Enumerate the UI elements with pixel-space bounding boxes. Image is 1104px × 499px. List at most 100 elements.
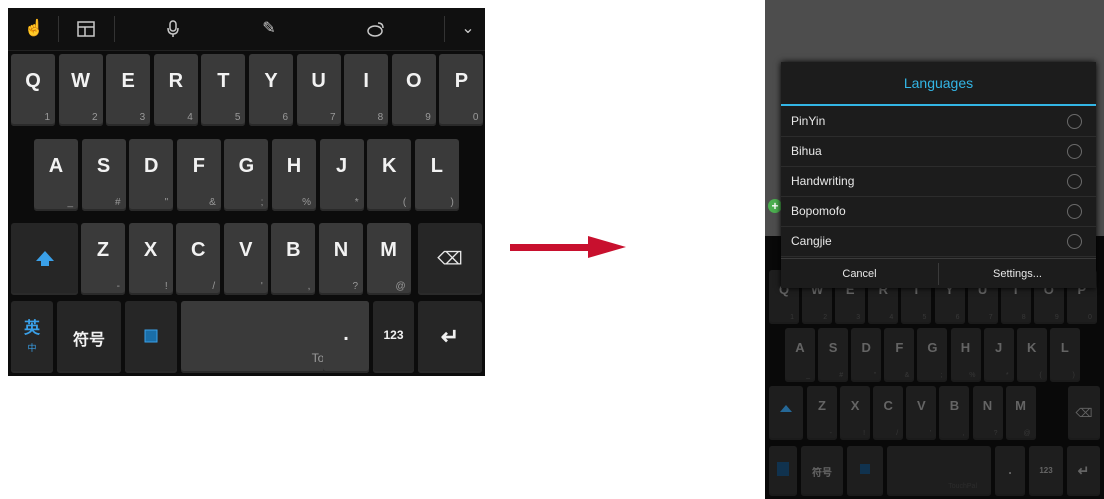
backspace-icon: ⌫ [437, 248, 463, 269]
radio-button[interactable] [1067, 204, 1082, 219]
plus-icon: + [768, 199, 782, 213]
layout-icon [144, 329, 158, 343]
key-q[interactable]: Q1 [11, 54, 55, 126]
key-sublabel: - [116, 281, 120, 292]
key-t[interactable]: T5 [201, 54, 246, 126]
enter-key[interactable]: ↵ [418, 301, 482, 373]
key-g[interactable]: G; [224, 139, 269, 211]
key-sublabel: ! [164, 281, 168, 292]
key-label: I [363, 69, 369, 92]
key-n[interactable]: N? [319, 223, 363, 295]
dialog-title: Languages [903, 75, 974, 91]
language-item-label: Cangjie [791, 234, 832, 248]
toolbar-divider [114, 16, 115, 42]
key-label: Z [96, 238, 110, 261]
language-item-handwriting[interactable]: Handwriting [781, 166, 1096, 197]
key-label: Q [25, 69, 41, 92]
languages-dialog: Languages PinYin Bihua Handwriting Bopomofo… [781, 62, 1096, 288]
radio-button[interactable] [1067, 174, 1082, 189]
key-label: J [336, 154, 348, 177]
key-sublabel: 5 [234, 112, 241, 123]
chevron-down-icon[interactable]: ⌄ [448, 8, 485, 50]
settings-button[interactable]: Settings... [939, 259, 1096, 289]
language-item-bihua[interactable]: Bihua [781, 136, 1096, 167]
key-f[interactable]: F & [176, 139, 221, 211]
key-u[interactable]: U7 [296, 54, 341, 126]
shift-key[interactable] [11, 223, 78, 295]
key-j[interactable]: J * [319, 139, 364, 211]
language-item-bopomofo[interactable]: Bopomofo [781, 196, 1096, 227]
key-label: W [71, 69, 91, 92]
key-sublabel: 8 [377, 112, 384, 123]
key-a[interactable]: A _ [34, 139, 78, 211]
hand-pointer-icon[interactable]: ☝ [14, 8, 54, 50]
key-label: A [48, 154, 64, 177]
numbers-key[interactable]: 123 [373, 301, 414, 373]
key-label: F [192, 154, 205, 177]
key-v[interactable]: V ' [223, 223, 268, 295]
layout-key[interactable] [125, 301, 177, 373]
key-l[interactable]: L) [414, 139, 459, 211]
key-sublabel: 6 [282, 112, 288, 123]
key-h[interactable]: H% [272, 139, 316, 211]
key-label: M [380, 238, 397, 261]
key-label: X [143, 238, 158, 261]
key-b[interactable]: B, [271, 223, 316, 295]
key-sublabel: * [354, 197, 359, 208]
key-i[interactable]: I8 [344, 54, 389, 126]
key-k[interactable]: K( [367, 139, 412, 211]
key-o[interactable]: O9 [391, 54, 436, 126]
key-p[interactable]: P0 [439, 54, 484, 126]
transition-arrow-head [588, 236, 626, 258]
key-c[interactable]: C / [176, 223, 221, 295]
key-sublabel: & [209, 197, 216, 208]
language-item-label: Bihua [791, 144, 822, 158]
language-item-label: PinYin [791, 114, 826, 128]
key-sublabel: 0 [472, 112, 479, 123]
keyboard-toolbar: ☝ ✎ ⌄ [8, 8, 485, 51]
dialog-button-row: Cancel Settings... [781, 258, 1096, 289]
language-label: 英 [23, 319, 40, 337]
key-label: G [238, 154, 255, 177]
radio-button[interactable] [1067, 144, 1082, 159]
language-sublabel: 中 [27, 342, 37, 353]
key-label: L [430, 154, 443, 177]
cancel-button[interactable]: Cancel [781, 259, 938, 289]
layout-icon[interactable] [66, 8, 106, 50]
key-label: H [286, 154, 302, 177]
key-label: K [381, 154, 397, 177]
key-sublabel: ' [260, 281, 263, 292]
shift-icon-base [40, 261, 49, 266]
microphone-icon[interactable] [153, 8, 193, 50]
key-e[interactable]: E3 [106, 54, 151, 126]
radio-button[interactable] [1067, 234, 1082, 249]
key-w[interactable]: W2 [58, 54, 103, 126]
key-d[interactable]: D " [129, 139, 174, 211]
key-sublabel: " [164, 197, 169, 208]
key-r[interactable]: R4 [153, 54, 198, 126]
key-label: T [217, 69, 230, 92]
key-label: E [121, 69, 135, 92]
key-s[interactable]: S # [81, 139, 126, 211]
language-switch-key[interactable]: 英 中 [11, 301, 53, 373]
language-item-pinyin[interactable]: PinYin [781, 106, 1096, 137]
period-key[interactable]: . [323, 301, 369, 373]
key-sublabel: ; [260, 197, 264, 208]
key-sublabel: @ [395, 281, 406, 292]
pencil-icon[interactable]: ✎ [249, 8, 289, 50]
language-item-cangjie[interactable]: Cangjie [781, 226, 1096, 257]
key-sublabel: 3 [139, 112, 146, 123]
weibo-icon[interactable] [356, 8, 396, 50]
key-z[interactable]: Z- [81, 223, 125, 295]
key-sublabel: % [302, 197, 311, 208]
radio-button[interactable] [1067, 114, 1082, 129]
keyboard-before: ☝ ✎ ⌄ Q1W2E3R4T5Y6U7I8O9P0A _ S # D " F … [8, 8, 485, 376]
backspace-key[interactable]: ⌫ [418, 223, 482, 295]
key-label: S [96, 154, 111, 177]
key-x[interactable]: X! [128, 223, 173, 295]
key-y[interactable]: Y6 [249, 54, 293, 126]
key-m[interactable]: M @ [366, 223, 411, 295]
phone-screen-after: Q 1 W 2 E 3 R 4 T 5 Y 6 U 7 I 8 O 9 P 0 A _ S # D " F & G; H% J * K(L) Z -… [765, 0, 1104, 499]
symbols-key[interactable]: 符号 [57, 301, 121, 373]
key-label: C [190, 238, 206, 261]
